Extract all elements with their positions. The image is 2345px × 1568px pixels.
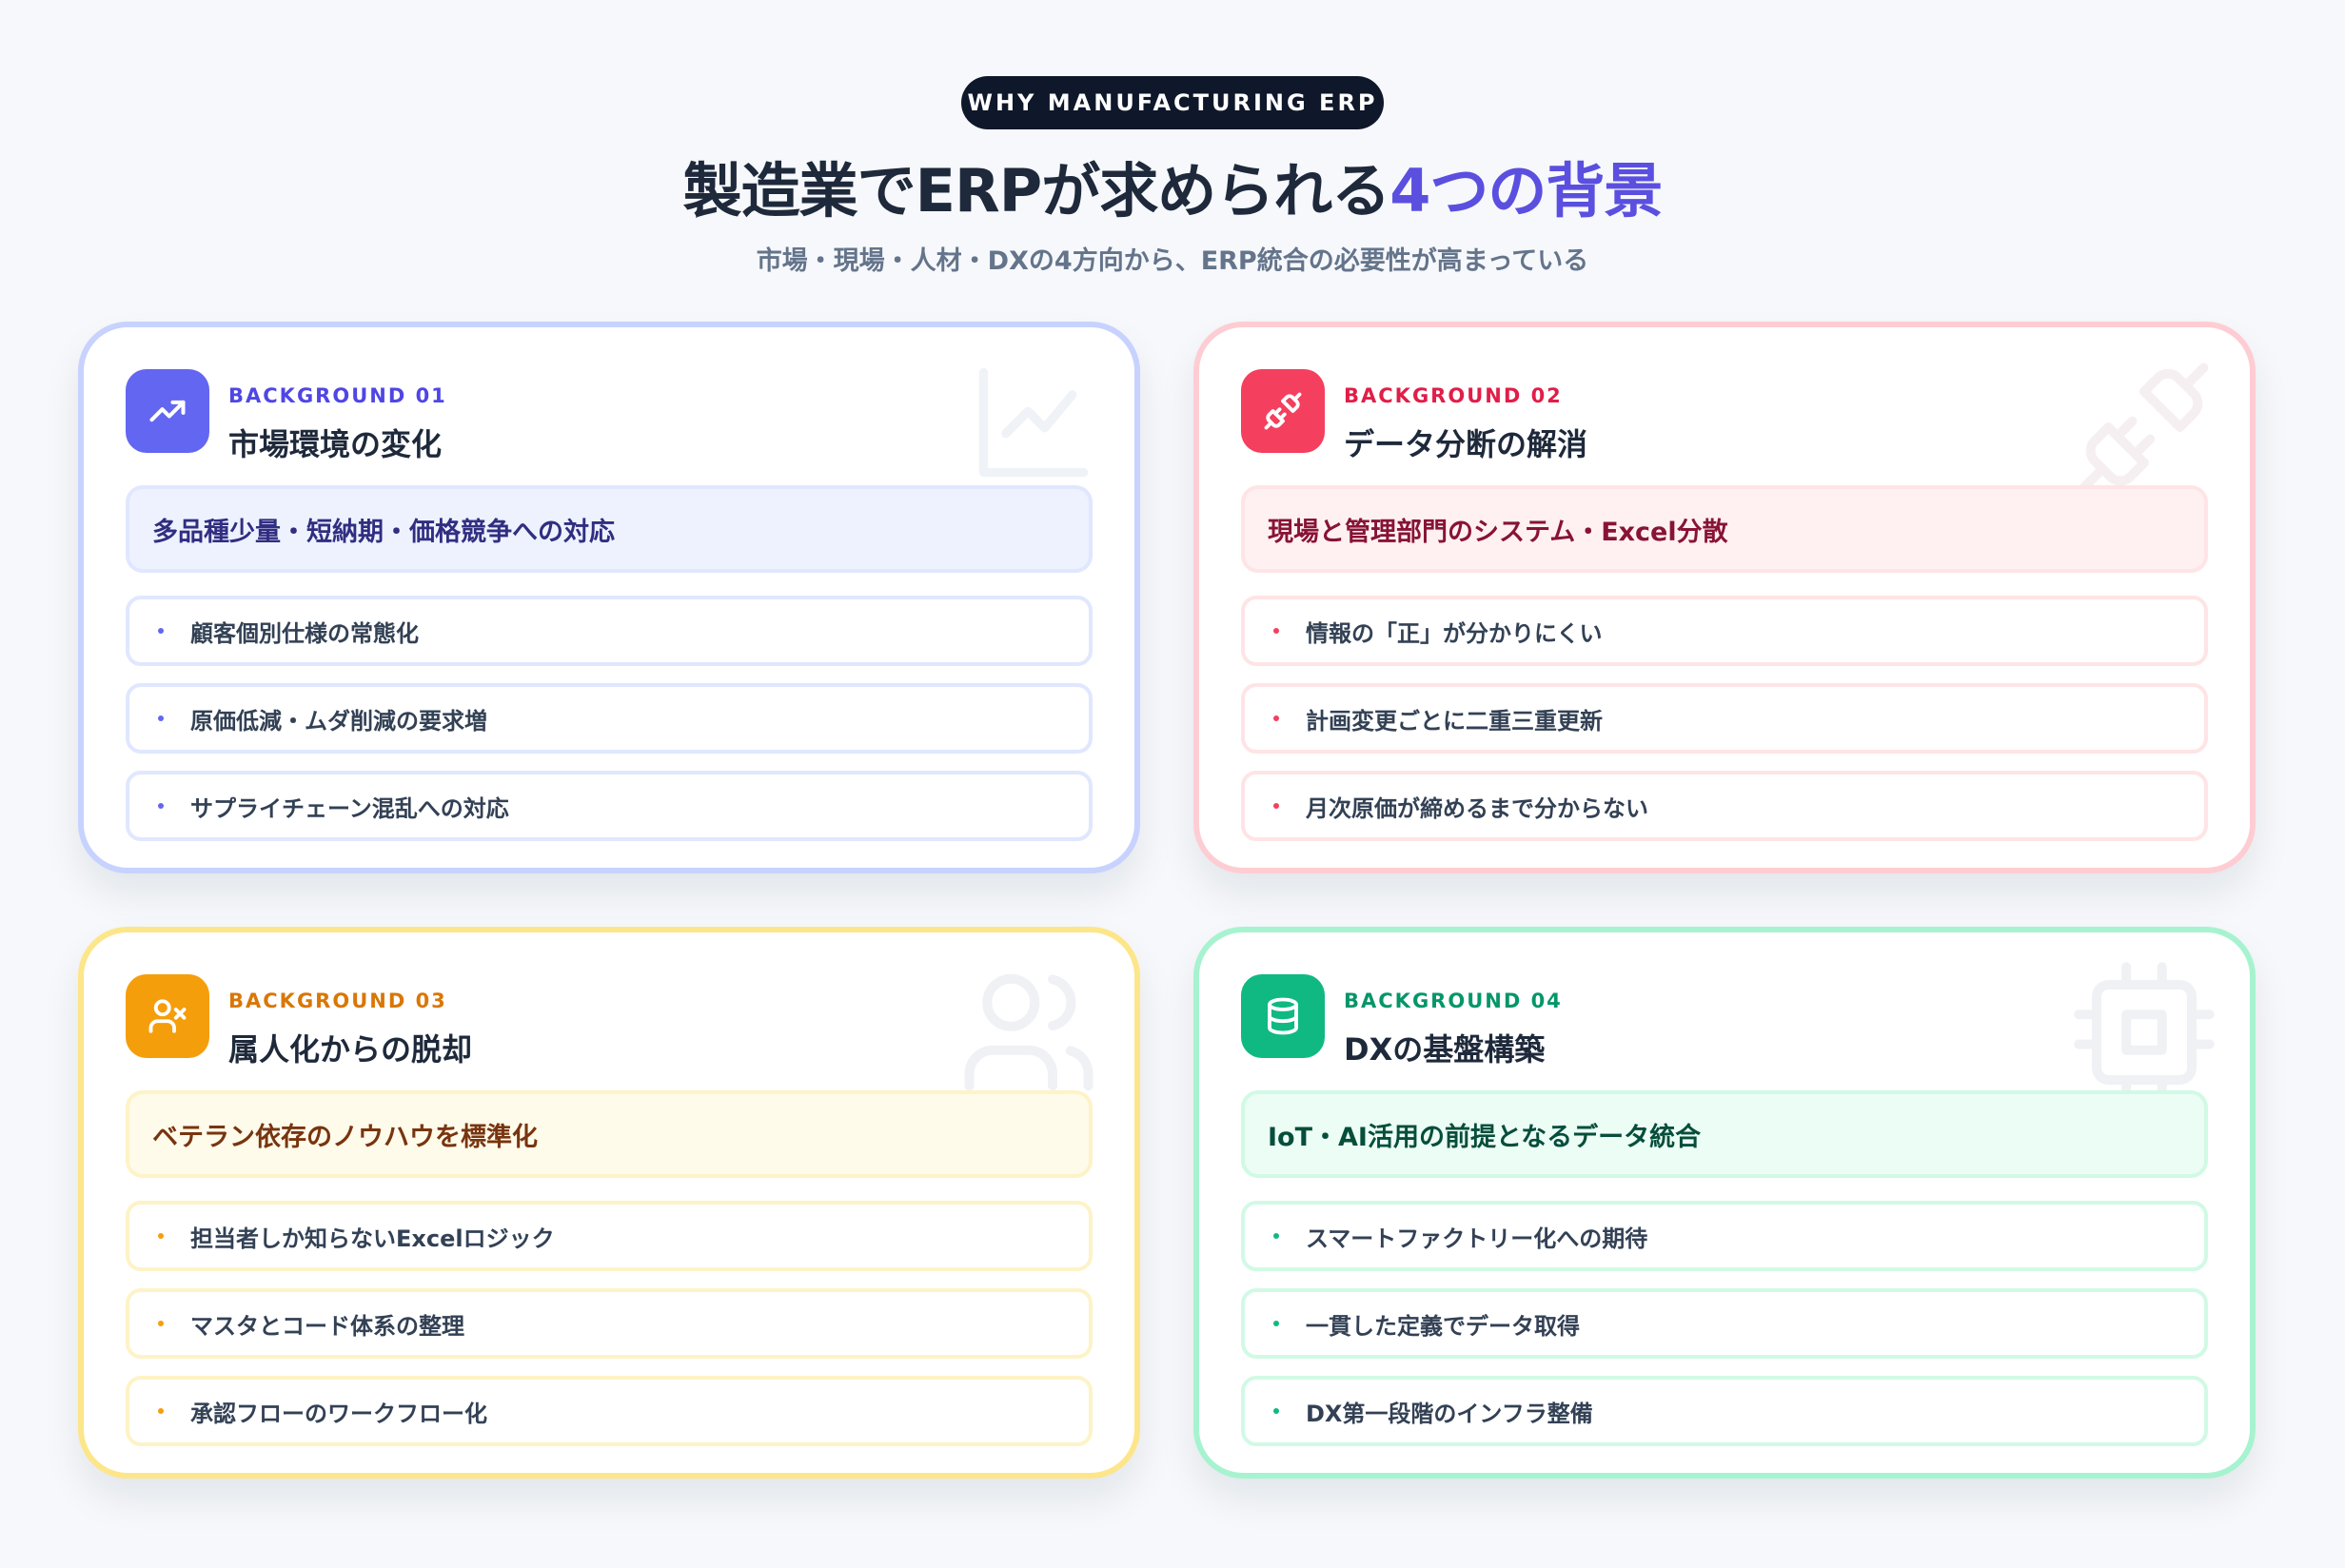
card-title: データ分断の解消 bbox=[1344, 426, 1588, 462]
unplug-watermark-icon bbox=[2079, 363, 2209, 492]
list-item-label: DX第一段階のインフラ整備 bbox=[1306, 1400, 1593, 1427]
background-card-02: BACKGROUND 02 データ分断の解消 現場と管理部門のシステム・Exce… bbox=[1193, 322, 2256, 873]
page-title: 製造業でERPが求められる4つの背景 bbox=[0, 143, 2345, 228]
title-accent: 4つの背景 bbox=[1389, 156, 1663, 225]
list-item: サプライチェーン混乱への対応 bbox=[126, 771, 1093, 841]
card-kicker: BACKGROUND 03 bbox=[228, 990, 447, 1012]
list-item: 顧客個別仕様の常態化 bbox=[126, 596, 1093, 666]
cpu-watermark-icon bbox=[2074, 962, 2215, 1103]
bullet-icon bbox=[1273, 1233, 1279, 1239]
bullet-icon bbox=[1273, 715, 1279, 721]
list-item-label: 承認フローのワークフロー化 bbox=[190, 1400, 487, 1427]
bullet-icon bbox=[1273, 803, 1279, 809]
title-main: 製造業でERPが求められる bbox=[682, 156, 1391, 225]
bullet-icon bbox=[158, 1233, 164, 1239]
list-item: 一貫した定義でデータ取得 bbox=[1241, 1288, 2208, 1359]
list-item-label: 原価低減・ムダ削減の要求増 bbox=[190, 707, 487, 735]
bullet-icon bbox=[158, 715, 164, 721]
list-item: マスタとコード体系の整理 bbox=[126, 1288, 1093, 1359]
list-item: 月次原価が締めるまで分からない bbox=[1241, 771, 2208, 841]
bullet-icon bbox=[158, 1408, 164, 1414]
list-item-label: 顧客個別仕様の常態化 bbox=[190, 619, 419, 647]
chart-watermark-icon bbox=[978, 367, 1089, 478]
card-title: 市場環境の変化 bbox=[228, 426, 443, 462]
list-item: 担当者しか知らないExcelロジック bbox=[126, 1201, 1093, 1271]
users-watermark-icon bbox=[964, 973, 1094, 1091]
user-x-icon bbox=[126, 974, 209, 1058]
list-item: 情報の「正」が分かりにくい bbox=[1241, 596, 2208, 666]
list-item: 原価低減・ムダ削減の要求増 bbox=[126, 683, 1093, 754]
list-item-label: 計画変更ごとに二重三重更新 bbox=[1306, 707, 1603, 735]
bullet-icon bbox=[1273, 1408, 1279, 1414]
card-banner: ベテラン依存のノウハウを標準化 bbox=[126, 1090, 1093, 1178]
background-card-03: BACKGROUND 03 属人化からの脱却 ベテラン依存のノウハウを標準化 担… bbox=[78, 927, 1140, 1479]
background-card-01: BACKGROUND 01 市場環境の変化 多品種少量・短納期・価格競争への対応… bbox=[78, 322, 1140, 873]
card-title: DXの基盤構築 bbox=[1344, 1031, 1546, 1068]
card-banner: 現場と管理部門のシステム・Excel分散 bbox=[1241, 485, 2208, 573]
bullet-icon bbox=[1273, 1321, 1279, 1326]
list-item-label: 情報の「正」が分かりにくい bbox=[1306, 619, 1603, 647]
database-icon bbox=[1241, 974, 1325, 1058]
bullet-icon bbox=[1273, 628, 1279, 634]
trending-up-icon bbox=[126, 369, 209, 453]
card-banner: 多品種少量・短納期・価格競争への対応 bbox=[126, 485, 1093, 573]
section-pill: WHY MANUFACTURING ERP bbox=[961, 76, 1384, 129]
background-card-04: BACKGROUND 04 DXの基盤構築 IoT・AI活用の前提となるデータ統… bbox=[1193, 927, 2256, 1479]
list-item-label: サプライチェーン混乱への対応 bbox=[190, 794, 509, 822]
list-item: スマートファクトリー化への期待 bbox=[1241, 1201, 2208, 1271]
page-subtitle: 市場・現場・人材・DXの4方向から、ERP統合の必要性が高まっている bbox=[756, 246, 1589, 276]
list-item-label: 月次原価が締めるまで分からない bbox=[1306, 794, 1648, 822]
list-item-label: マスタとコード体系の整理 bbox=[190, 1312, 464, 1340]
list-item-label: 一貫した定義でデータ取得 bbox=[1306, 1312, 1580, 1340]
list-item: 承認フローのワークフロー化 bbox=[126, 1376, 1093, 1446]
card-kicker: BACKGROUND 04 bbox=[1344, 990, 1563, 1012]
card-kicker: BACKGROUND 02 bbox=[1344, 384, 1563, 407]
unplug-icon bbox=[1241, 369, 1325, 453]
list-item-label: スマートファクトリー化への期待 bbox=[1306, 1225, 1648, 1252]
bullet-icon bbox=[158, 803, 164, 809]
bullet-icon bbox=[158, 628, 164, 634]
card-kicker: BACKGROUND 01 bbox=[228, 384, 447, 407]
card-banner: IoT・AI活用の前提となるデータ統合 bbox=[1241, 1090, 2208, 1178]
list-item-label: 担当者しか知らないExcelロジック bbox=[190, 1225, 555, 1252]
list-item: 計画変更ごとに二重三重更新 bbox=[1241, 683, 2208, 754]
card-title: 属人化からの脱却 bbox=[228, 1031, 473, 1068]
list-item: DX第一段階のインフラ整備 bbox=[1241, 1376, 2208, 1446]
bullet-icon bbox=[158, 1321, 164, 1326]
